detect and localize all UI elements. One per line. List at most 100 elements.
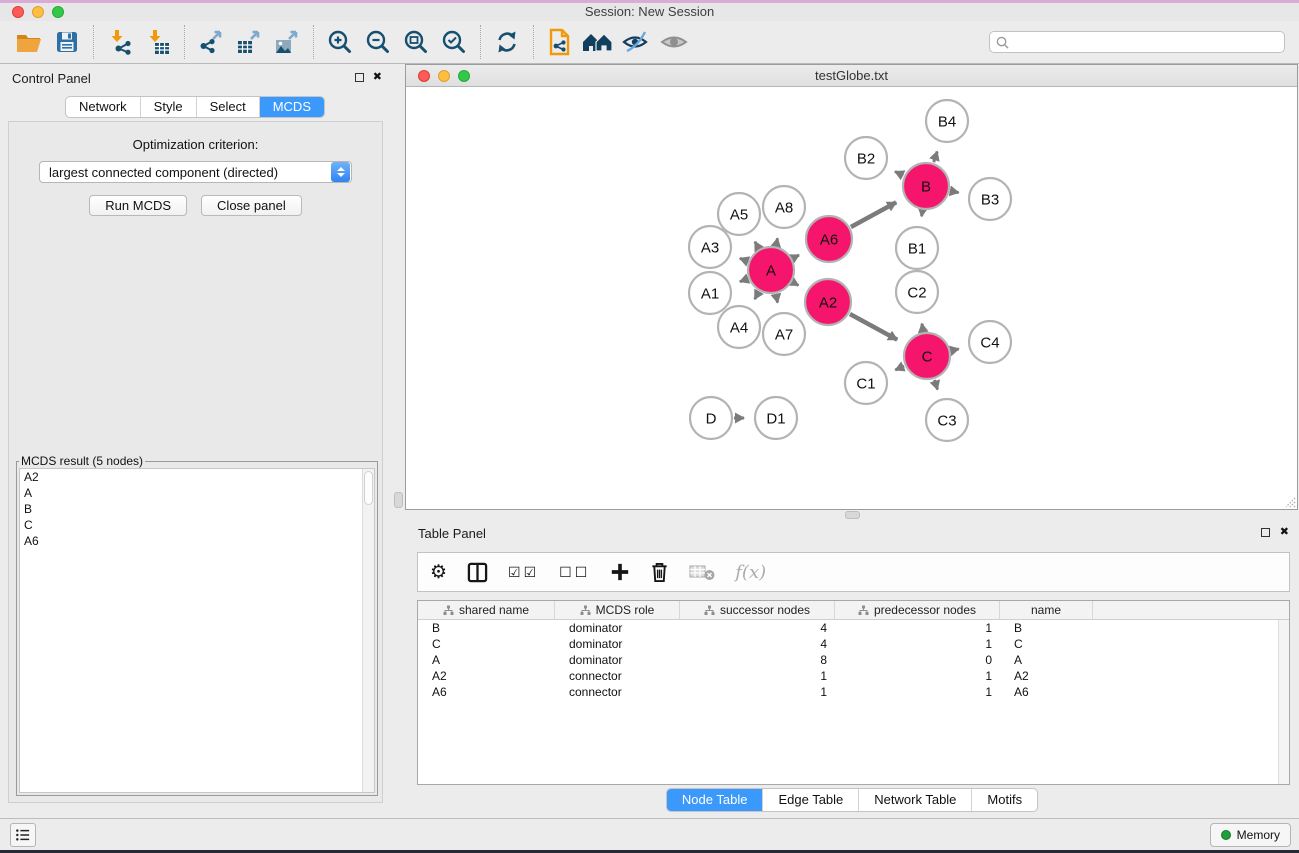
new-network-button[interactable] [541,23,579,61]
graph-node-B2[interactable]: B2 [845,137,887,179]
delete-table-icon[interactable] [689,558,715,586]
graph-edge-A2-C[interactable] [850,314,897,340]
search-field[interactable] [989,31,1285,53]
tab-network-table[interactable]: Network Table [858,789,971,811]
add-column-icon[interactable] [610,558,630,586]
open-session-button[interactable] [10,23,48,61]
memory-button[interactable]: Memory [1210,823,1291,847]
zoom-out-button[interactable] [359,23,397,61]
float-panel-icon[interactable] [355,73,364,82]
select-all-columns-icon[interactable]: ☑☑ [508,558,539,586]
graph-node-B1[interactable]: B1 [896,227,938,269]
tab-style[interactable]: Style [140,97,196,117]
tab-node-table[interactable]: Node Table [667,789,763,811]
table-row[interactable]: Cdominator41C [418,636,1289,652]
zoom-fit-button[interactable] [397,23,435,61]
import-table-button[interactable] [139,23,177,61]
mcds-result-item[interactable]: B [20,501,374,517]
graph-node-A3[interactable]: A3 [689,226,731,268]
zoom-selected-button[interactable] [435,23,473,61]
graph-node-C3[interactable]: C3 [926,399,968,441]
graph-edge-B-B4[interactable] [934,152,938,163]
table-row[interactable]: A2connector11A2 [418,668,1289,684]
graph-node-A6[interactable]: A6 [806,216,852,262]
zoom-in-button[interactable] [321,23,359,61]
graph-edge-A-A3[interactable] [740,258,748,261]
graph-node-C4[interactable]: C4 [969,321,1011,363]
delete-column-icon[interactable] [650,558,669,586]
graph-node-A4[interactable]: A4 [718,306,760,348]
tab-edge-table[interactable]: Edge Table [762,789,858,811]
graph-edge-A-A8[interactable] [776,238,777,245]
mcds-result-item[interactable]: A [20,485,374,501]
column-header-name[interactable]: name [1000,601,1093,619]
network-graph[interactable]: A A1 A2 A3 A4 A5 A6 A7 A8 B B1 B2 B3B4 C C1 C2 C3C4 D D1 [406,87,1297,509]
graph-node-C[interactable]: C [904,333,950,379]
task-history-button[interactable] [10,823,36,847]
table-row[interactable]: A6connector11A6 [418,684,1289,700]
result-list-scrollbar[interactable] [362,469,374,792]
column-header-successor-nodes[interactable]: successor nodes [680,601,835,619]
search-input[interactable] [1009,34,1278,50]
graph-edge-A-A5[interactable] [755,242,759,249]
graph-edge-C-C3[interactable] [935,380,938,390]
run-mcds-button[interactable]: Run MCDS [89,195,187,216]
graph-node-A5[interactable]: A5 [718,193,760,235]
apply-layout-button[interactable] [488,23,526,61]
close-panel-button[interactable]: Close panel [201,195,302,216]
graph-edge-A-A2[interactable] [793,282,799,285]
graph-node-B4[interactable]: B4 [926,100,968,142]
mcds-result-item[interactable]: A2 [20,469,374,485]
graph-node-D1[interactable]: D1 [755,397,797,439]
window-resize-grip[interactable] [1283,495,1296,508]
deselect-all-columns-icon[interactable]: ☐☐ [559,558,590,586]
graph-node-C2[interactable]: C2 [896,271,938,313]
column-header-shared-name[interactable]: shared name [418,601,555,619]
mcds-result-item[interactable]: A6 [20,533,374,549]
column-header-MCDS-role[interactable]: MCDS role [555,601,680,619]
graph-node-D[interactable]: D [690,397,732,439]
table-settings-gear-icon[interactable]: ⚙ [430,558,447,586]
tab-select[interactable]: Select [196,97,259,117]
export-table-button[interactable] [230,23,268,61]
show-columns-icon[interactable] [467,558,488,586]
table-row[interactable]: Adominator80A [418,652,1289,668]
export-network-button[interactable] [192,23,230,61]
home-button[interactable] [579,23,617,61]
graph-edge-A-A1[interactable] [740,279,748,282]
tab-mcds[interactable]: MCDS [259,97,324,117]
graph-node-A1[interactable]: A1 [689,272,731,314]
export-image-button[interactable] [268,23,306,61]
graph-edge-A-A4[interactable] [755,292,759,299]
graph-edge-C-C4[interactable] [951,349,958,351]
table-row[interactable]: Bdominator41B [418,620,1289,636]
graph-node-A[interactable]: A [748,247,794,293]
graph-edge-B-B2[interactable] [895,172,903,176]
function-builder-icon[interactable]: f(x) [735,558,766,586]
criterion-select[interactable]: largest connected component (directed) [39,161,352,183]
graph-edge-B-B1[interactable] [922,211,923,217]
hide-panels-button[interactable] [617,23,655,61]
graph-edge-C-C2[interactable] [922,324,923,332]
graph-node-A7[interactable]: A7 [763,313,805,355]
graph-edge-A-A6[interactable] [793,255,799,258]
horizontal-split-grip[interactable] [845,511,860,519]
graph-edge-A6-B[interactable] [851,202,896,227]
mcds-result-item[interactable]: C [20,517,374,533]
float-table-panel-icon[interactable] [1261,528,1270,537]
graph-node-B3[interactable]: B3 [969,178,1011,220]
graph-node-A2[interactable]: A2 [805,279,851,325]
graph-edge-B-B3[interactable] [951,191,959,193]
column-header-predecessor-nodes[interactable]: predecessor nodes [835,601,1000,619]
save-session-button[interactable] [48,23,86,61]
show-panels-button[interactable] [655,23,693,61]
graph-edge-C-C1[interactable] [895,366,904,370]
graph-node-C1[interactable]: C1 [845,362,887,404]
tab-network[interactable]: Network [66,97,140,117]
close-panel-icon[interactable]: ✖ [373,72,382,83]
graph-node-A8[interactable]: A8 [763,186,805,228]
close-table-panel-icon[interactable]: ✖ [1280,527,1289,538]
import-network-button[interactable] [101,23,139,61]
graph-node-B[interactable]: B [903,163,949,209]
graph-edge-A-A7[interactable] [776,295,778,303]
